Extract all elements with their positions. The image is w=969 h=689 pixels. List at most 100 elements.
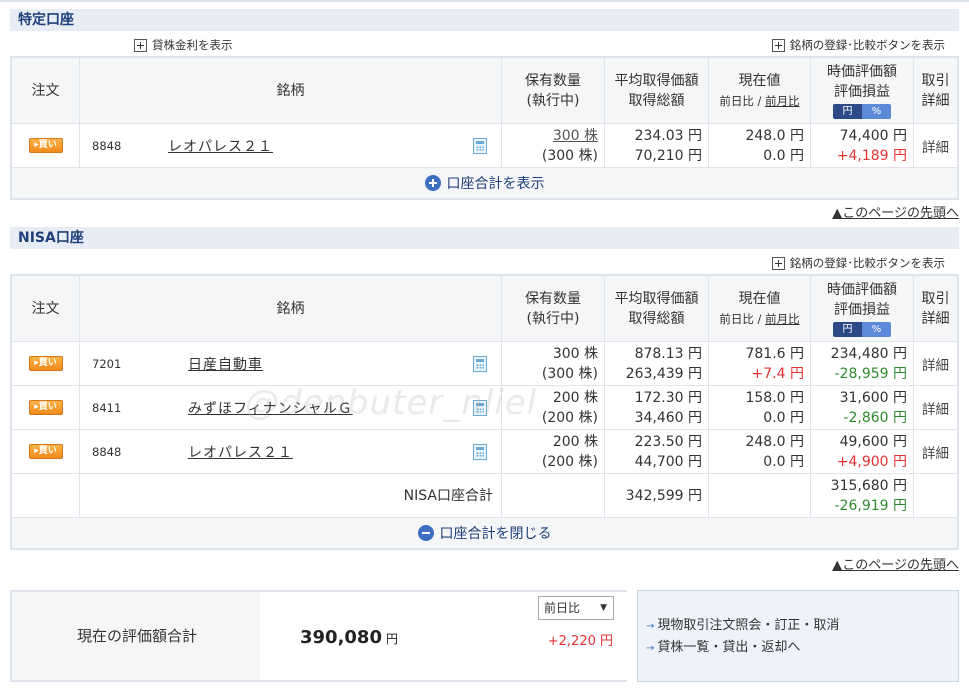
buy-button[interactable]: ▸買い [28, 400, 63, 415]
current-cell: 248.0 円 0.0 円 [709, 430, 811, 473]
qty-pending: (300 株) [541, 365, 598, 382]
market-value: 49,600 円 [839, 433, 907, 450]
current-price: 158.0 円 [745, 389, 804, 406]
order-cell: ▸買い [12, 386, 80, 429]
total-cost: 263,439 円 [625, 365, 702, 382]
col-value-line2: 評価損益 [834, 302, 890, 318]
pnl: -2,860 円 [843, 409, 907, 426]
compare-button-toggle[interactable]: 銘柄の登録･比較ボタンを表示 [771, 37, 945, 53]
prev-day-label: 前日比 [719, 93, 754, 108]
stock-name-link[interactable]: レオパレス２１ [168, 136, 273, 156]
page-top-link[interactable]: ▲このページの先頭へ [832, 554, 959, 573]
yen-toggle[interactable]: 円 [833, 104, 862, 119]
stock-name-link[interactable]: レオパレス２１ [188, 442, 293, 462]
col-value: 時価評価額 評価損益 円 % [811, 58, 914, 123]
col-name: 銘柄 [80, 58, 502, 123]
table-row: ▸買い 7201 日産自動車 300 株 (300 株) 878.13 円 26… [12, 342, 957, 386]
avg-cell: 878.13 円 263,439 円 [605, 342, 709, 385]
col-current: 現在値 前日比 / 前月比 [709, 276, 811, 341]
price-change: 0.0 円 [763, 409, 804, 426]
summary-yen: 円 [385, 632, 398, 646]
avg-cell: 234.03 円 70,210 円 [605, 124, 709, 167]
yen-toggle[interactable]: 円 [833, 322, 862, 337]
current-price: 248.0 円 [745, 127, 804, 144]
percent-toggle[interactable]: % [862, 322, 891, 337]
col-qty-line1: 保有数量 [525, 72, 581, 89]
col-current-line1: 現在値 [738, 72, 781, 89]
lend-list-link[interactable]: → 貸株一覧・貸出・返却へ [646, 637, 958, 659]
close-account-total-button[interactable]: 口座合計を閉じる [12, 518, 957, 548]
total-cost: 44,700 円 [634, 453, 702, 470]
value-cell: 31,600 円 -2,860 円 [811, 386, 914, 429]
detail-link[interactable]: 詳細 [914, 136, 957, 156]
col-current: 現在値 前日比 / 前月比 [709, 58, 811, 123]
pnl: -28,959 円 [834, 365, 908, 382]
summary-total: 390,080 円 [300, 627, 398, 648]
show-account-total-button[interactable]: 口座合計を表示 [12, 168, 957, 198]
col-avg-line1: 平均取得価額 [614, 72, 699, 89]
order-cell: ▸買い [12, 124, 80, 167]
qty-link[interactable]: 300 株 [502, 126, 604, 146]
col-detail-line1: 取引 [921, 72, 950, 89]
qty-cell: 200 株 (200 株) [502, 430, 605, 473]
col-avg-line2: 取得総額 [628, 92, 685, 109]
name-cell: 8411 みずほフィナンシャルＧ [80, 386, 502, 429]
detail-cell: 詳細 [914, 386, 957, 429]
total-cost: 70,210 円 [634, 147, 702, 164]
avg-price: 878.13 円 [634, 345, 702, 362]
qty: 300 株 [552, 345, 598, 362]
detail-link[interactable]: 詳細 [914, 442, 957, 462]
col-value-line2: 評価損益 [834, 84, 890, 100]
percent-toggle[interactable]: % [862, 104, 891, 119]
current-cell: 158.0 円 0.0 円 [709, 386, 811, 429]
col-qty-line1: 保有数量 [525, 290, 581, 307]
lend-rate-toggle[interactable]: 貸株金利を表示 [134, 37, 233, 53]
detail-link[interactable]: 詳細 [914, 398, 957, 418]
pnl: +4,189 円 [836, 147, 907, 164]
name-cell: 8848 レオパレス２１ [80, 124, 502, 167]
qty: 200 株 [552, 389, 598, 406]
col-current-line1: 現在値 [738, 290, 781, 307]
calculator-icon[interactable] [473, 399, 487, 416]
price-change: 0.0 円 [763, 453, 804, 470]
order-inquiry-label: 現物取引注文照会・訂正・取消 [657, 618, 840, 633]
value-cell: 74,400 円 +4,189 円 [811, 124, 914, 167]
empty-cell [914, 474, 957, 517]
col-detail-line1: 取引 [921, 290, 950, 307]
buy-button[interactable]: ▸買い [28, 138, 63, 153]
calculator-icon[interactable] [473, 355, 487, 372]
compare-button-label: 銘柄の登録･比較ボタンを表示 [789, 38, 945, 52]
buy-button[interactable]: ▸買い [28, 356, 63, 371]
col-detail-line2: 詳細 [921, 92, 950, 109]
avg-cell: 223.50 円 44,700 円 [605, 430, 709, 473]
prev-month-link[interactable]: 前月比 [765, 94, 800, 108]
calculator-icon[interactable] [473, 137, 487, 154]
total-cost-cell: 342,599 円 [605, 474, 709, 517]
prev-month-link[interactable]: 前月比 [765, 312, 800, 326]
buy-button[interactable]: ▸買い [28, 444, 63, 459]
detail-link[interactable]: 詳細 [914, 354, 957, 374]
unit-toggle: 円 % [833, 322, 891, 337]
col-value-line1: 時価評価額 [827, 64, 897, 80]
summary-value-area: 390,080 円 前日比 ▼ +2,220 円 [260, 592, 627, 680]
compare-button-toggle[interactable]: 銘柄の登録･比較ボタンを表示 [771, 255, 945, 271]
plus-box-icon [771, 38, 785, 52]
order-inquiry-link[interactable]: → 現物取引注文照会・訂正・取消 [646, 615, 958, 637]
table-row: ▸買い 8411 みずほフィナンシャルＧ 200 株 (200 株) 172.3… [12, 386, 957, 430]
table-row: ▸買い 8848 レオパレス２１ 200 株 (200 株) 223.50 円 … [12, 430, 957, 474]
col-name: 銘柄 [80, 276, 502, 341]
avg-price: 223.50 円 [634, 433, 702, 450]
qty-cell: 200 株 (200 株) [502, 386, 605, 429]
col-qty: 保有数量 (執行中) [502, 276, 605, 341]
comparison-select[interactable]: 前日比 ▼ [538, 596, 614, 620]
col-avg: 平均取得価額 取得総額 [605, 58, 709, 123]
calculator-icon[interactable] [473, 443, 487, 460]
qty: 200 株 [552, 433, 598, 450]
col-avg-line1: 平均取得価額 [614, 290, 699, 307]
table-row: ▸買い 8848 レオパレス２１ 300 株 (300 株) 234.03 円 … [12, 124, 957, 168]
stock-name-link[interactable]: 日産自動車 [188, 354, 263, 374]
stock-name-link[interactable]: みずほフィナンシャルＧ [188, 398, 353, 418]
col-detail: 取引 詳細 [914, 276, 957, 341]
page-top-link[interactable]: ▲このページの先頭へ [832, 202, 959, 221]
sub-separator: / [753, 311, 766, 326]
